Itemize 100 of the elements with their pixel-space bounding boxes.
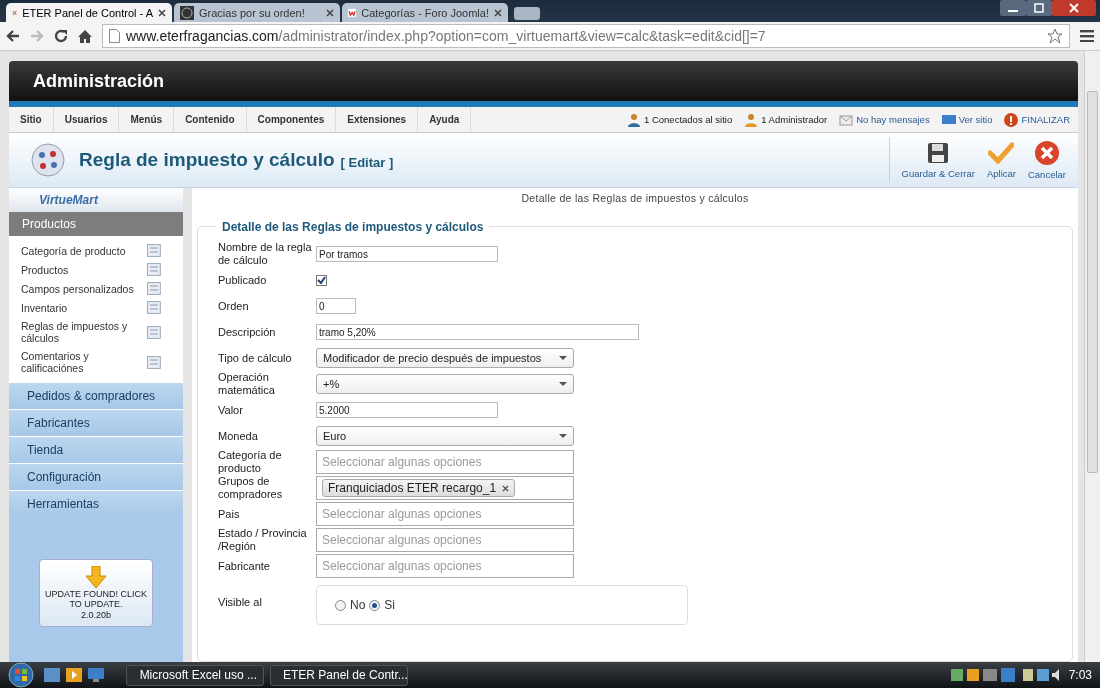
menu-item[interactable]: Componentes <box>246 107 337 132</box>
toolbar-button[interactable]: Guardar & Cerrar <box>897 141 979 179</box>
menu-item[interactable]: Ayuda <box>418 107 472 132</box>
reload-icon[interactable] <box>54 29 68 43</box>
virtuemart-logo: VirtueMart <box>39 193 98 207</box>
close-icon[interactable] <box>494 8 502 17</box>
field-label: Valor <box>218 403 244 417</box>
remove-icon[interactable] <box>502 484 510 492</box>
sidebar-section[interactable]: Tienda <box>9 436 183 463</box>
toolbar-button[interactable]: Aplicar <box>982 141 1020 179</box>
radio-button[interactable] <box>335 599 346 611</box>
sidebar-item[interactable]: Categoría de producto <box>21 244 148 257</box>
close-icon[interactable] <box>326 8 334 17</box>
tag-chip: Franquiciados ETER recargo_1 <box>322 479 516 497</box>
dropdown[interactable]: Modificador de precio después de impuestos <box>316 348 574 368</box>
maximize-icon[interactable] <box>1026 0 1052 16</box>
update-text: UPDATE FOUND! CLICK TO UPDATE. <box>44 589 148 609</box>
status-link[interactable]: 1 Administrador <box>761 114 828 125</box>
sidebar-section[interactable]: Herramientas <box>9 490 183 517</box>
fieldset-legend: Detalle de las Reglas de impuestos y cálculos <box>216 220 490 234</box>
scrollbar[interactable] <box>1084 51 1100 662</box>
checkbox[interactable] <box>316 274 327 286</box>
field-label: Operación matemática <box>218 371 276 397</box>
toolbar-button[interactable]: Cancelar <box>1023 140 1070 180</box>
monitor-icon[interactable] <box>88 668 104 682</box>
version-text: 2.0.20b <box>81 610 111 620</box>
radio-button[interactable] <box>369 599 381 611</box>
sidebar-item[interactable]: Reglas de impuestos y cálculos <box>21 320 148 344</box>
text-field[interactable]: 0 <box>316 298 356 314</box>
sidebar-section[interactable]: Configuración <box>9 463 183 490</box>
minimize-icon[interactable] <box>1000 0 1026 16</box>
status-link[interactable]: FINALIZAR <box>1021 114 1070 125</box>
field-label: Visible al <box>218 595 263 609</box>
user-icon <box>627 112 641 127</box>
menu-item[interactable]: Extensiones <box>336 107 419 132</box>
status-link[interactable]: No hay mensajes <box>856 114 930 125</box>
text-field[interactable]: 5.2000 <box>316 402 498 418</box>
multi-select-field[interactable]: Seleccionar algunas opciones <box>316 502 574 526</box>
sidebar-item[interactable]: Productos <box>21 263 148 276</box>
clock: 7:03 <box>1068 668 1092 682</box>
status-link[interactable]: Ver sitio <box>958 114 993 125</box>
taskbar-button[interactable]: ETER Panel de Contr... <box>270 664 408 686</box>
menu-icon[interactable] <box>1080 30 1094 42</box>
close-icon[interactable] <box>1052 0 1096 16</box>
menu-item[interactable]: Usuarios <box>53 107 120 132</box>
section-heading: Detalle de las Reglas de impuestos y cálculos <box>520 192 750 206</box>
back-arrow-icon[interactable] <box>6 30 20 42</box>
menu-item[interactable]: Contenido <box>174 107 247 132</box>
menu-item[interactable]: Menús <box>119 107 175 132</box>
taskbar-button[interactable]: Microsoft Excel uso ... <box>126 664 264 686</box>
document-icon <box>147 244 161 257</box>
update-notice[interactable]: UPDATE FOUND! CLICK TO UPDATE. 2.0.20b <box>39 559 153 627</box>
envelope-icon <box>839 113 854 126</box>
multi-select-field[interactable]: Seleccionar algunas opciones <box>316 528 574 552</box>
browser-tab[interactable]: ETER Panel de Control - A <box>6 3 172 22</box>
text-field[interactable]: Por tramos <box>316 246 498 262</box>
field-label: Publicado <box>218 273 268 287</box>
field-label: Moneda <box>218 429 259 443</box>
user-icon <box>744 112 759 127</box>
close-icon[interactable] <box>158 8 166 17</box>
multi-select-field[interactable]: Seleccionar algunas opciones <box>316 554 574 578</box>
admin-header: Administración <box>9 61 1078 101</box>
caret-icon <box>559 434 567 438</box>
monitor-icon <box>941 113 956 126</box>
status-link[interactable]: 1 Conectados al sitio <box>644 114 733 125</box>
globe-icon <box>180 5 194 20</box>
browser-tab[interactable]: Categorías - Foro Joomla! <box>342 3 508 22</box>
dropdown[interactable]: +% <box>316 374 574 394</box>
field-label: Descripción <box>218 325 277 339</box>
sidebar-item[interactable]: Inventario <box>21 301 148 314</box>
home-icon[interactable] <box>78 29 92 43</box>
field-label: Grupos de compradores <box>218 475 284 501</box>
document-icon <box>147 325 161 339</box>
address-bar[interactable]: www.eterfragancias.com/administrator/index.php?option=com_virtuemart&view=calc&task=edit&cid[]=7 <box>102 24 1070 48</box>
close-icon <box>1035 140 1059 165</box>
menu-item[interactable]: Sitio <box>9 107 54 132</box>
field-label: Tipo de cálculo <box>218 351 293 365</box>
sidebar-section-header[interactable]: Productos <box>9 212 183 236</box>
sidebar-item[interactable]: Campos personalizados <box>21 282 148 295</box>
text-field[interactable]: tramo 5,20% <box>316 324 639 340</box>
radio-label: Si <box>384 598 395 612</box>
document-icon <box>147 263 161 276</box>
sidebar-section[interactable]: Pedidos & compradores <box>9 382 183 409</box>
download-arrow-icon <box>85 566 107 588</box>
dropdown[interactable]: Euro <box>316 426 574 446</box>
sidebar-item[interactable]: Comentarios y calificaciónes <box>21 350 148 374</box>
star-icon[interactable] <box>1047 28 1063 44</box>
caret-icon <box>559 382 567 386</box>
caret-icon <box>559 356 567 360</box>
browser-tab[interactable]: Gracias por su orden! <box>174 3 340 22</box>
multi-select-field[interactable]: Seleccionar algunas opciones <box>316 450 574 474</box>
tax-rule-logo-icon <box>31 143 65 177</box>
sidebar-section[interactable]: Fabricantes <box>9 409 183 436</box>
field-label: Categoría de producto <box>218 449 283 475</box>
field-label: Pais <box>218 507 241 521</box>
radio-label: No <box>350 598 366 612</box>
multi-select-field[interactable]: Franquiciados ETER recargo_1 <box>316 476 574 500</box>
document-icon <box>147 355 161 369</box>
document-icon <box>147 282 161 295</box>
page-title: Regla de impuesto y cálculo <box>79 149 335 171</box>
